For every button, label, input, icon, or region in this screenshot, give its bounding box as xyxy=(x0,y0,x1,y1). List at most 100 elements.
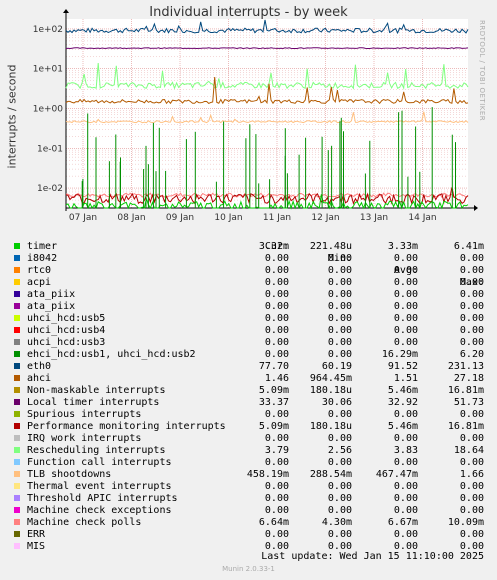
legend-row: uhci_hcd:usb4 0.00 0.00 0.00 0.00 xyxy=(0,325,497,337)
legend-name: IRQ work interrupts xyxy=(27,433,142,444)
x-tick-label: 13 Jan xyxy=(360,213,388,223)
legend-swatch xyxy=(14,303,20,309)
legend-max: 0.00 xyxy=(459,493,484,504)
legend-max: 51.73 xyxy=(453,397,484,408)
x-tick-label: 12 Jan xyxy=(311,213,339,223)
legend-swatch xyxy=(14,519,20,525)
legend-name: uhci_hcd:usb3 xyxy=(27,337,106,348)
legend-swatch xyxy=(14,291,20,297)
legend-max: 10.09m xyxy=(447,517,484,528)
legend-max: 0.00 xyxy=(459,277,484,288)
chart-plot: 1e-02 1e-01 1e+00 1e+01 1e+02 07 Jan 08 Jan 09 … xyxy=(33,9,478,223)
y-tick-label: 1e+01 xyxy=(33,65,63,75)
x-tick-label: 08 Jan xyxy=(117,213,145,223)
legend-swatch xyxy=(14,435,20,441)
legend-swatch xyxy=(14,279,20,285)
legend-name: Threshold APIC interrupts xyxy=(27,493,178,504)
legend-row: Non-maskable interrupts 5.09m 180.18u 5.46m… xyxy=(0,385,497,397)
x-tick-label: 07 Jan xyxy=(69,213,97,223)
legend-max: 0.00 xyxy=(459,301,484,312)
legend-max: 16.81m xyxy=(447,385,484,396)
y-tick-label: 1e-02 xyxy=(37,184,63,194)
legend-swatch xyxy=(14,339,20,345)
legend-max: 1.66 xyxy=(459,469,484,480)
x-tick-label: 09 Jan xyxy=(166,213,194,223)
legend-swatch xyxy=(14,531,20,537)
legend-row: rtc0 0.00 0.00 0.00 0.00 xyxy=(0,265,497,277)
y-tick-label: 1e+02 xyxy=(33,25,63,35)
legend-name: Rescheduling interrupts xyxy=(27,445,166,456)
legend-max: 6.41m xyxy=(453,241,484,252)
legend-swatch xyxy=(14,375,20,381)
legend-name: Performance monitoring interrupts xyxy=(27,421,226,432)
legend-swatch xyxy=(14,495,20,501)
legend-max: 0.00 xyxy=(459,457,484,468)
legend-name: eth0 xyxy=(27,361,52,372)
legend-row: Machine check polls 6.64m 4.30m 6.67m 10.09m xyxy=(0,517,497,529)
legend-row: eth0 77.70 60.19 91.52 231.13 xyxy=(0,361,497,373)
x-axis-arrow xyxy=(474,205,478,211)
legend-max: 27.18 xyxy=(453,373,484,384)
legend-row: i8042 0.00 0.00 0.00 0.00 xyxy=(0,253,497,265)
legend-name: Thermal event interrupts xyxy=(27,481,172,492)
x-tick-label: 10 Jan xyxy=(214,213,242,223)
legend-swatch xyxy=(14,459,20,465)
legend-row: ehci_hcd:usb1, uhci_hcd:usb2 0.00 0.00 16.2… xyxy=(0,349,497,361)
legend-max: 0.00 xyxy=(459,253,484,264)
legend-name: Function call interrupts xyxy=(27,457,172,468)
legend-max: 0.00 xyxy=(459,265,484,276)
legend-max: 18.64 xyxy=(453,445,484,456)
legend-swatch xyxy=(14,543,20,549)
legend-swatch xyxy=(14,315,20,321)
legend-swatch xyxy=(14,483,20,489)
legend-max: 0.00 xyxy=(459,529,484,540)
legend-max: 0.00 xyxy=(459,325,484,336)
legend-max: 0.00 xyxy=(459,409,484,420)
legend-row: Machine check exceptions 0.00 0.00 0.00 0.00 xyxy=(0,505,497,517)
legend-row: Threshold APIC interrupts 0.00 0.00 0.00 0.0… xyxy=(0,493,497,505)
x-tick-label: 14 Jan xyxy=(408,213,436,223)
legend-max: 0.00 xyxy=(459,289,484,300)
legend-name: uhci_hcd:usb5 xyxy=(27,313,106,324)
legend-name: ehci_hcd:usb1, uhci_hcd:usb2 xyxy=(27,349,196,360)
legend-row: ata_piix 0.00 0.00 0.00 0.00 xyxy=(0,301,497,313)
legend-name: ERR xyxy=(27,529,46,540)
legend-max: 0.00 xyxy=(459,505,484,516)
legend-name: i8042 xyxy=(27,253,58,264)
legend-max: 0.00 xyxy=(459,481,484,492)
legend-swatch xyxy=(14,447,20,453)
legend-row: Function call interrupts 0.00 0.00 0.00 0.00 xyxy=(0,457,497,469)
legend-max: 16.81m xyxy=(447,421,484,432)
legend-name: rtc0 xyxy=(27,265,52,276)
legend-swatch xyxy=(14,399,20,405)
legend-row: ahci 1.46 964.45m 1.51 27.18 xyxy=(0,373,497,385)
legend-name: Spurious interrupts xyxy=(27,409,142,420)
legend-name: uhci_hcd:usb4 xyxy=(27,325,106,336)
legend-max: 6.20 xyxy=(459,349,484,360)
legend-name: Machine check polls xyxy=(27,517,142,528)
legend-swatch xyxy=(14,411,20,417)
legend-swatch xyxy=(14,471,20,477)
legend-name: ata_piix xyxy=(27,301,76,312)
munin-version: Munin 2.0.33-1 xyxy=(222,565,275,573)
legend-row: Local timer interrupts 33.37 30.06 32.92 51.… xyxy=(0,397,497,409)
legend-swatch xyxy=(14,387,20,393)
legend-row: uhci_hcd:usb5 0.00 0.00 0.00 0.00 xyxy=(0,313,497,325)
y-axis-arrow xyxy=(63,9,69,13)
y-tick-label: 1e+00 xyxy=(33,105,64,115)
legend-row: ata_piix 0.00 0.00 0.00 0.00 xyxy=(0,289,497,301)
legend-row: ERR 0.00 0.00 0.00 0.00 xyxy=(0,529,497,541)
legend-row: Rescheduling interrupts 3.79 2.56 3.83 18.64 xyxy=(0,445,497,457)
legend-max: 0.00 xyxy=(459,337,484,348)
legend-name: Machine check exceptions xyxy=(27,505,172,516)
legend-name: TLB shootdowns xyxy=(27,469,112,480)
legend-swatch xyxy=(14,363,20,369)
legend-row: uhci_hcd:usb3 0.00 0.00 0.00 0.00 xyxy=(0,337,497,349)
legend-name: timer xyxy=(27,241,58,252)
y-tick-label: 1e-01 xyxy=(37,144,63,154)
legend-swatch xyxy=(14,327,20,333)
legend-row: Thermal event interrupts 0.00 0.00 0.00 0.00 xyxy=(0,481,497,493)
legend-max: 0.00 xyxy=(459,313,484,324)
legend-row: timer 3.32m 221.48u 3.33m 6.41m xyxy=(0,241,497,253)
legend-name: Local timer interrupts xyxy=(27,397,160,408)
